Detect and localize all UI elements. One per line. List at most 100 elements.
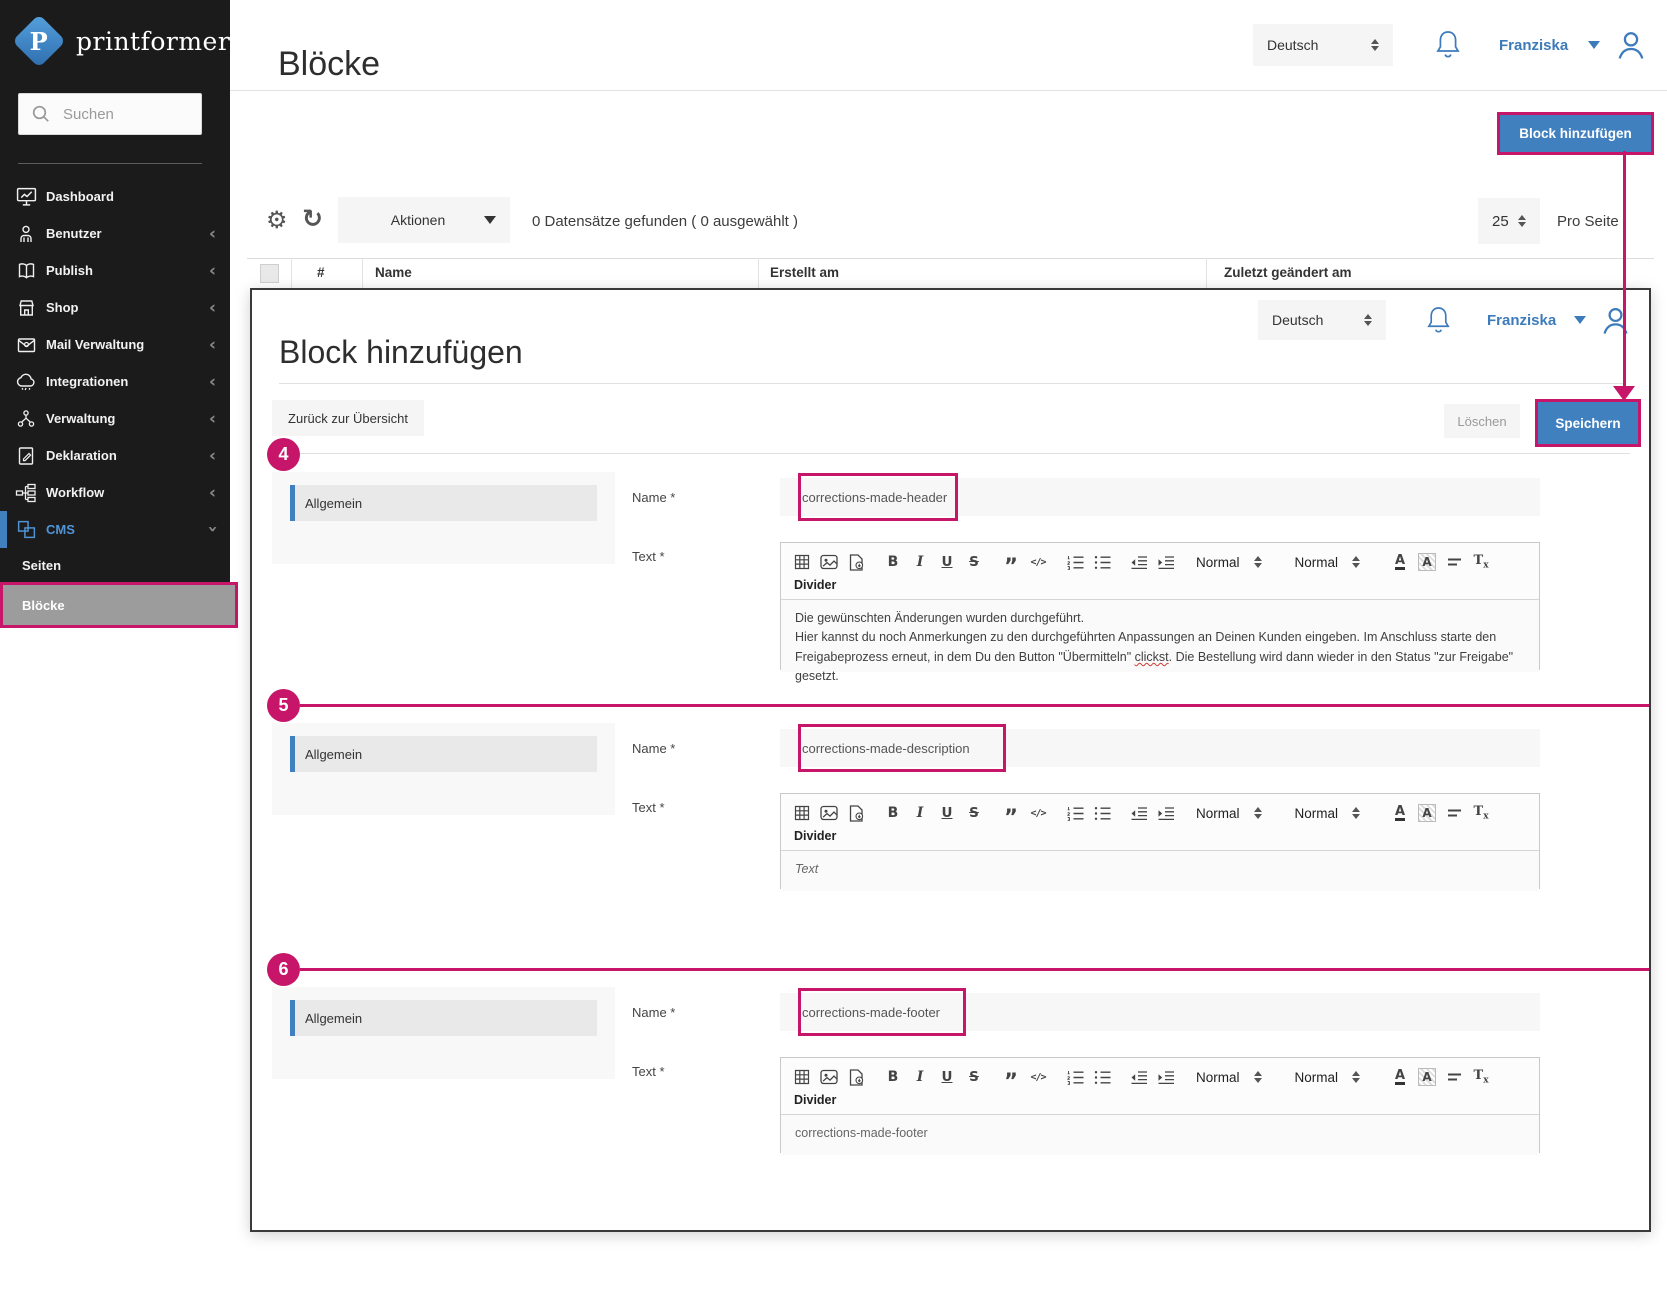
clear-format-icon[interactable]: Tx: [1472, 552, 1490, 572]
person-icon[interactable]: [1614, 28, 1648, 62]
size-select[interactable]: Normal: [1295, 1070, 1361, 1085]
bullet-list-icon[interactable]: [1093, 552, 1111, 572]
clear-format-icon[interactable]: Tx: [1472, 1067, 1490, 1087]
tab-allgemein[interactable]: Allgemein: [290, 1000, 597, 1036]
outdent-icon[interactable]: [1130, 552, 1148, 572]
ordered-list-icon[interactable]: [1066, 803, 1084, 823]
blockquote-icon[interactable]: ”: [1002, 552, 1020, 572]
search-input[interactable]: [61, 105, 185, 124]
sidebar-item-shop[interactable]: Shop‹: [0, 289, 230, 326]
sidebar-item-dashboard[interactable]: Dashboard: [0, 178, 230, 215]
format-select[interactable]: Normal: [1196, 555, 1262, 570]
bold-icon[interactable]: B: [884, 803, 902, 823]
underline-icon[interactable]: U: [938, 803, 956, 823]
code-block-icon[interactable]: </>: [1029, 1067, 1047, 1087]
bold-icon[interactable]: B: [884, 1067, 902, 1087]
sidebar-item-verwaltung[interactable]: Verwaltung‹: [0, 400, 230, 437]
per-page-select[interactable]: 25: [1478, 198, 1540, 244]
format-select[interactable]: Normal: [1196, 806, 1262, 821]
editor-content[interactable]: Die gewünschten Änderungen wurden durchg…: [781, 600, 1539, 672]
image-icon[interactable]: [820, 803, 838, 823]
table-grid-icon[interactable]: [793, 803, 811, 823]
italic-icon[interactable]: I: [911, 1067, 929, 1087]
editor-content[interactable]: Text: [781, 851, 1539, 891]
tab-allgemein[interactable]: Allgemein: [290, 485, 597, 521]
person-icon[interactable]: [1599, 304, 1632, 337]
bell-icon[interactable]: [1426, 305, 1451, 336]
strikethrough-icon[interactable]: S: [965, 552, 983, 572]
indent-icon[interactable]: [1157, 1067, 1175, 1087]
sidebar-item-integrationen[interactable]: Integrationen‹: [0, 363, 230, 400]
sidebar-item-mail-verwaltung[interactable]: Mail Verwaltung‹: [0, 326, 230, 363]
file-export-icon[interactable]: [847, 803, 865, 823]
bold-icon[interactable]: B: [884, 552, 902, 572]
bell-icon[interactable]: [1435, 29, 1461, 61]
delete-button[interactable]: Löschen: [1444, 404, 1520, 438]
gear-icon[interactable]: ⚙: [266, 206, 288, 234]
blockquote-icon[interactable]: ”: [1002, 803, 1020, 823]
divider-block-button[interactable]: Divider: [781, 576, 1539, 600]
formula-icon[interactable]: [1445, 552, 1463, 572]
sidebar-item-seiten[interactable]: Seiten: [0, 548, 230, 582]
text-color-icon[interactable]: A: [1391, 803, 1409, 823]
highlight-color-icon[interactable]: A: [1418, 803, 1436, 823]
formula-icon[interactable]: [1445, 803, 1463, 823]
outdent-icon[interactable]: [1130, 1067, 1148, 1087]
ordered-list-icon[interactable]: [1066, 1067, 1084, 1087]
text-color-icon[interactable]: A: [1391, 1067, 1409, 1087]
sidebar-item-deklaration[interactable]: Deklaration‹: [0, 437, 230, 474]
size-select[interactable]: Normal: [1295, 555, 1361, 570]
user-name[interactable]: Franziska: [1487, 312, 1556, 329]
refresh-icon[interactable]: ↻: [302, 204, 323, 233]
sidebar-item-workflow[interactable]: Workflow‹: [0, 474, 230, 511]
italic-icon[interactable]: I: [911, 552, 929, 572]
divider-block-button[interactable]: Divider: [781, 827, 1539, 851]
code-block-icon[interactable]: </>: [1029, 803, 1047, 823]
file-export-icon[interactable]: [847, 552, 865, 572]
select-all-checkbox[interactable]: [260, 264, 279, 283]
sidebar-item-bl-cke[interactable]: Blöcke: [0, 582, 238, 628]
image-icon[interactable]: [820, 1067, 838, 1087]
underline-icon[interactable]: U: [938, 552, 956, 572]
add-block-button[interactable]: Block hinzufügen: [1500, 115, 1651, 152]
table-grid-icon[interactable]: [793, 1067, 811, 1087]
back-to-overview-button[interactable]: Zurück zur Übersicht: [272, 400, 424, 436]
tab-allgemein[interactable]: Allgemein: [290, 736, 597, 772]
save-button[interactable]: Speichern: [1538, 402, 1638, 444]
strikethrough-icon[interactable]: S: [965, 803, 983, 823]
sidebar-search[interactable]: [18, 93, 202, 135]
logo[interactable]: P printformer: [16, 18, 230, 64]
language-select[interactable]: Deutsch: [1258, 300, 1386, 340]
table-grid-icon[interactable]: [793, 552, 811, 572]
underline-icon[interactable]: U: [938, 1067, 956, 1087]
code-block-icon[interactable]: </>: [1029, 552, 1047, 572]
file-export-icon[interactable]: [847, 1067, 865, 1087]
text-color-icon[interactable]: A: [1391, 552, 1409, 572]
sidebar-item-benutzer[interactable]: Benutzer‹: [0, 215, 230, 252]
outdent-icon[interactable]: [1130, 803, 1148, 823]
italic-icon[interactable]: I: [911, 803, 929, 823]
ordered-list-icon[interactable]: [1066, 552, 1084, 572]
language-select[interactable]: Deutsch: [1253, 24, 1393, 66]
highlight-color-icon[interactable]: A: [1418, 1067, 1436, 1087]
indent-icon[interactable]: [1157, 552, 1175, 572]
sidebar-item-publish[interactable]: Publish‹: [0, 252, 230, 289]
strikethrough-icon[interactable]: S: [965, 1067, 983, 1087]
actions-select[interactable]: Aktionen: [338, 197, 510, 243]
editor-content[interactable]: corrections-made-footer: [781, 1115, 1539, 1155]
indent-icon[interactable]: [1157, 803, 1175, 823]
highlight-color-icon[interactable]: A: [1418, 552, 1436, 572]
user-name[interactable]: Franziska: [1499, 37, 1568, 54]
bullet-list-icon[interactable]: [1093, 1067, 1111, 1087]
caret-down-icon[interactable]: [1574, 316, 1586, 324]
formula-icon[interactable]: [1445, 1067, 1463, 1087]
image-icon[interactable]: [820, 552, 838, 572]
clear-format-icon[interactable]: Tx: [1472, 803, 1490, 823]
divider-block-button[interactable]: Divider: [781, 1091, 1539, 1115]
format-select[interactable]: Normal: [1196, 1070, 1262, 1085]
blockquote-icon[interactable]: ”: [1002, 1067, 1020, 1087]
caret-down-icon[interactable]: [1588, 41, 1600, 49]
bullet-list-icon[interactable]: [1093, 803, 1111, 823]
sidebar-item-cms[interactable]: CMS‹: [0, 511, 230, 548]
size-select[interactable]: Normal: [1295, 806, 1361, 821]
